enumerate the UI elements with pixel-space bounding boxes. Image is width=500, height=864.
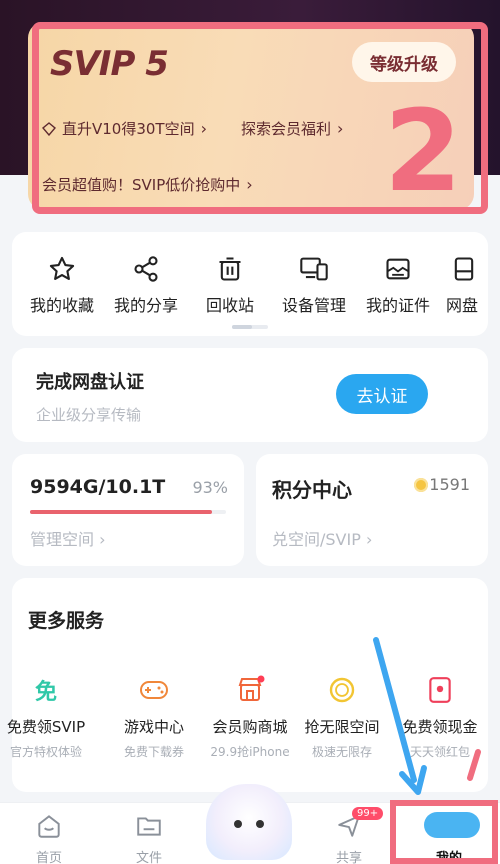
quick-label: 回收站 (205, 296, 254, 315)
mascot-eye (234, 820, 242, 828)
verify-subtitle: 企业级分享传输 (36, 406, 142, 424)
service-sub: 免费下载券 (123, 745, 184, 759)
tab-files[interactable]: 文件 (114, 813, 184, 864)
svip-logo: SVIP 5 (50, 44, 169, 84)
trash-icon (188, 254, 272, 284)
chevron-right-icon: › (365, 530, 373, 549)
tab-share[interactable]: 99+ 共享 (314, 807, 384, 864)
service-label: 游戏中心 (123, 718, 184, 736)
tab-label: 首页 (35, 851, 62, 864)
verify-title: 完成网盘认证 (36, 372, 144, 393)
home-icon (14, 813, 84, 839)
more-services-card: 更多服务 免 免费领SVIP 官方特权体验 游戏中心 免费下载券 会员购商城 2… (7, 578, 488, 792)
points-title: 积分中心 (272, 478, 352, 502)
share-icon (104, 254, 188, 284)
infinite-icon (294, 674, 390, 706)
storage-progress-fill (30, 510, 213, 514)
quick-actions-card: 我的收藏 我的分享 回收站 设备管理 我的证件 网盘 (12, 232, 488, 336)
service-label: 会员购商城 (212, 718, 288, 736)
upgrade-level-button[interactable]: 等级升级 (352, 42, 456, 82)
chevron-right-icon: › (337, 119, 344, 138)
diamond-icon (42, 121, 56, 136)
share-badge: 99+ (352, 807, 384, 820)
redpacket-icon (392, 674, 488, 706)
quick-device-manage[interactable]: 设备管理 (272, 254, 356, 316)
more-services-title: 更多服务 (28, 610, 105, 632)
chevron-right-icon: › (246, 175, 253, 194)
verify-button[interactable]: 去认证 (336, 374, 428, 414)
tab-label: 共享 (335, 851, 362, 864)
perk-upgrade-v10[interactable]: 直升V10得30T空间 › (42, 118, 207, 139)
quick-label: 我的分享 (113, 296, 178, 315)
devices-icon (272, 254, 356, 284)
service-sub: 天天领红包 (409, 745, 470, 759)
storage-percent: 93% (192, 478, 228, 497)
mascot-eye (256, 820, 264, 828)
storage-progress-track (30, 510, 226, 514)
quick-my-ids[interactable]: 我的证件 (356, 254, 440, 316)
chevron-right-icon: › (200, 119, 208, 138)
id-card-icon (356, 254, 440, 284)
quick-favorites[interactable]: 我的收藏 (20, 254, 104, 316)
quick-label: 设备管理 (281, 296, 346, 315)
disk-icon (436, 254, 488, 284)
quick-label: 网盘 (446, 296, 479, 315)
quick-shares[interactable]: 我的分享 (104, 254, 188, 316)
points-value: 1591 (429, 475, 470, 494)
perk-upgrade-label: 直升V10得30T空间 (62, 120, 195, 138)
free-glyph: 免 (34, 680, 57, 705)
service-sub: 29.9抢iPhone (210, 745, 290, 759)
tab-home[interactable]: 首页 (14, 813, 84, 864)
quick-recycle-bin[interactable]: 回收站 (188, 254, 272, 316)
service-game-center[interactable]: 游戏中心 免费下载券 (106, 674, 202, 760)
manage-space-link[interactable]: 管理空间 › (30, 526, 106, 550)
shop-icon (202, 674, 298, 706)
folder-icon (114, 813, 184, 839)
quick-netdisk[interactable]: 网盘 (436, 254, 488, 316)
chevron-right-icon: › (99, 530, 106, 549)
svip-promo-label: 会员超值购！SVIP低价抢购中 (42, 176, 241, 194)
perk-explore-label: 探索会员福利 (241, 120, 332, 138)
star-icon (20, 254, 104, 284)
scroll-indicator (232, 325, 268, 329)
service-member-shop[interactable]: 会员购商城 29.9抢iPhone (202, 674, 298, 760)
tab-label: 我的 (435, 851, 462, 864)
perk-explore-benefits[interactable]: 探索会员福利 › (241, 118, 343, 139)
tab-label: 文件 (135, 851, 162, 864)
free-icon: 免 (0, 674, 94, 706)
redeem-link[interactable]: 兑空间/SVIP › (272, 526, 372, 550)
gamepad-icon (106, 674, 202, 706)
svip-promo-link[interactable]: 会员超值购！SVIP低价抢购中 › (42, 174, 253, 195)
service-sub: 官方特权体验 (9, 745, 82, 759)
service-label: 抢无限空间 (304, 718, 380, 736)
coin-icon (414, 478, 428, 492)
quick-label: 我的收藏 (29, 296, 94, 315)
service-infinite-space[interactable]: 抢无限空间 极速无限存 (294, 674, 390, 760)
storage-card[interactable]: 9594G/10.1T 93% 管理空间 › (12, 454, 244, 566)
quick-label: 我的证件 (365, 296, 430, 315)
service-free-cash[interactable]: 免费领现金 天天领红包 (392, 674, 488, 760)
annotation-scribble (424, 812, 480, 838)
manage-space-label: 管理空间 (30, 530, 95, 549)
service-sub: 极速无限存 (311, 745, 372, 759)
perk-row: 直升V10得30T空间 › 探索会员福利 › (42, 118, 343, 139)
service-free-svip[interactable]: 免 免费领SVIP 官方特权体验 (0, 674, 94, 760)
service-label: 免费领SVIP (6, 718, 86, 736)
storage-usage: 9594G/10.1T (30, 476, 166, 498)
mascot-floating-button[interactable] (206, 784, 292, 860)
verify-card: 完成网盘认证 企业级分享传输 去认证 (12, 348, 488, 442)
points-card[interactable]: 积分中心 1591 兑空间/SVIP › (256, 454, 488, 566)
redeem-label: 兑空间/SVIP (272, 530, 361, 549)
annotation-number: 2 (384, 87, 462, 217)
service-label: 免费领现金 (402, 718, 478, 736)
